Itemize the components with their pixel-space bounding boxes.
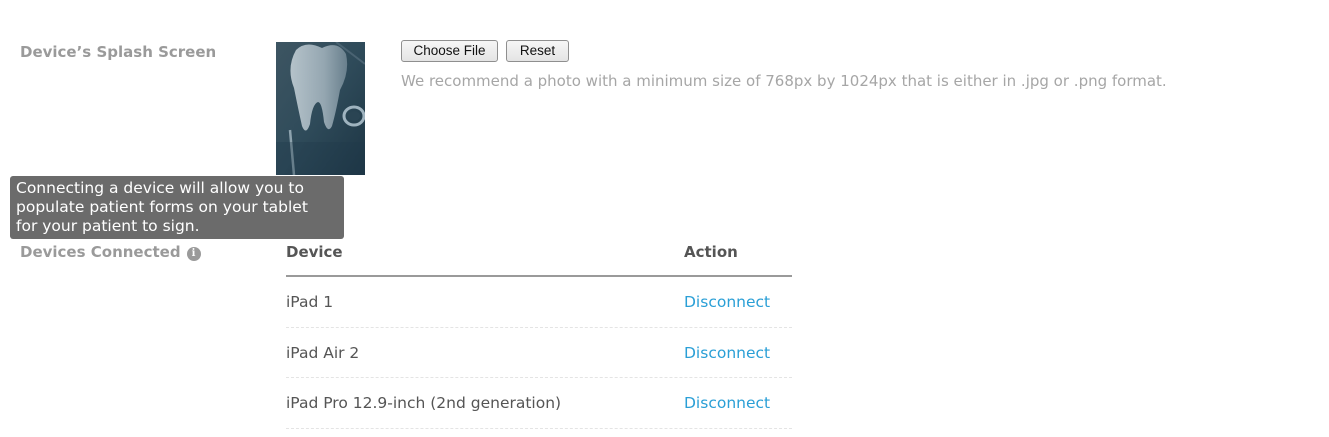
devices-table: Device Action iPad 1 Disconnect iPad Air… xyxy=(286,235,792,429)
device-name: iPad Air 2 xyxy=(286,343,360,362)
reset-button[interactable]: Reset xyxy=(506,40,569,62)
column-header-action: Action xyxy=(684,243,738,261)
tooth-photo-thumbnail xyxy=(276,42,365,175)
tooltip-line: populate patient forms on your tablet xyxy=(16,198,308,216)
devices-info-tooltip: Connecting a device will allow you to po… xyxy=(10,176,344,239)
table-header: Device Action xyxy=(286,235,792,277)
tooltip-line: for your patient to sign. xyxy=(16,217,200,235)
disconnect-link[interactable]: Disconnect xyxy=(684,394,770,412)
splash-screen-thumbnail xyxy=(276,42,365,175)
splash-screen-label: Device’s Splash Screen xyxy=(20,43,217,61)
table-row: iPad Air 2 Disconnect xyxy=(286,328,792,378)
device-name: iPad Pro 12.9-inch (2nd generation) xyxy=(286,394,562,412)
tooltip-line: Connecting a device will allow you to xyxy=(16,179,304,197)
devices-connected-label: Devices Connected i xyxy=(20,243,201,261)
table-row: iPad Pro 12.9-inch (2nd generation) Disc… xyxy=(286,378,792,429)
info-icon[interactable]: i xyxy=(186,247,201,261)
choose-file-button[interactable]: Choose File xyxy=(401,40,498,62)
devices-connected-text: Devices Connected xyxy=(20,243,181,261)
disconnect-link[interactable]: Disconnect xyxy=(684,293,770,311)
photo-recommendation-text: We recommend a photo with a minimum size… xyxy=(401,72,1167,90)
device-name: iPad 1 xyxy=(286,293,334,311)
table-row: iPad 1 Disconnect xyxy=(286,277,792,328)
disconnect-link[interactable]: Disconnect xyxy=(684,344,770,362)
column-header-device: Device xyxy=(286,243,343,261)
